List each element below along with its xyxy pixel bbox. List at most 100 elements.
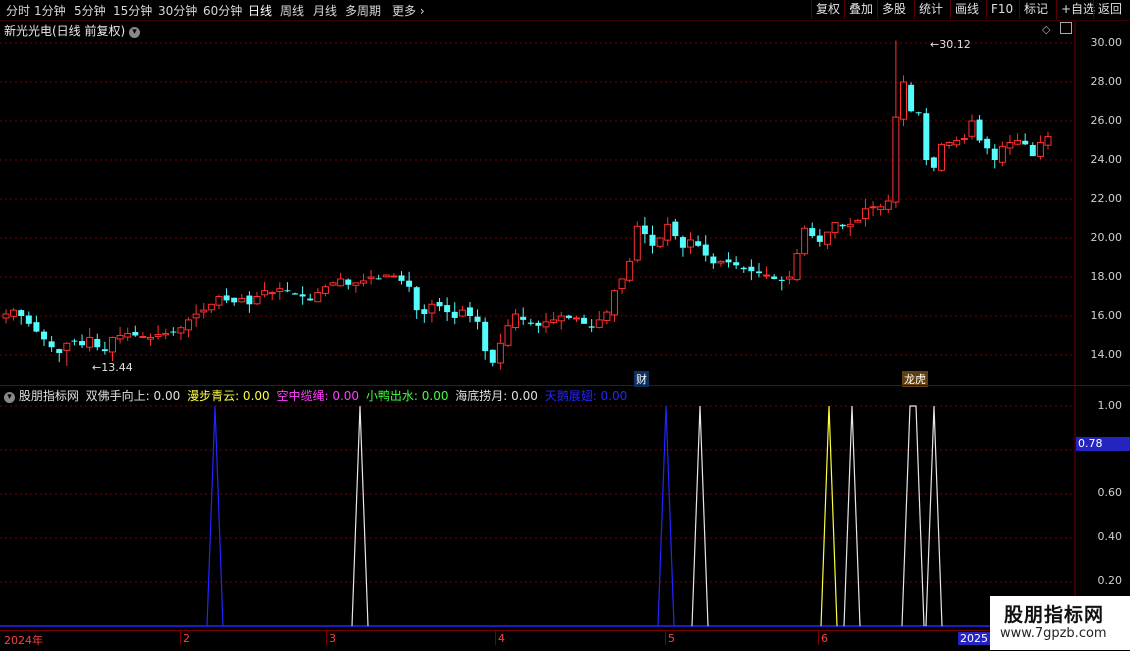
candle-body xyxy=(496,342,504,364)
candle-body xyxy=(276,288,284,292)
candle-body xyxy=(86,336,94,348)
candle-body xyxy=(785,276,793,280)
signal-spike xyxy=(351,405,369,627)
candle-body xyxy=(1044,136,1052,146)
signal-spike xyxy=(925,405,943,627)
overlay-button[interactable]: 叠加 xyxy=(844,0,877,19)
candle-body xyxy=(565,315,572,318)
period-5min[interactable]: 5分钟 xyxy=(74,2,106,19)
arrow-icon: ← xyxy=(92,361,102,374)
candle-body xyxy=(192,313,200,319)
candle-body xyxy=(284,290,291,292)
candle-body xyxy=(41,331,48,340)
candle-body xyxy=(124,333,132,338)
f10-button[interactable]: F10 xyxy=(986,0,1017,19)
price-tick: 18.00 xyxy=(1090,270,1123,283)
candle-body xyxy=(398,275,405,281)
candle-body xyxy=(231,297,238,303)
period-monthly[interactable]: 月线 xyxy=(313,2,337,19)
period-multi[interactable]: 多周期 xyxy=(345,2,381,19)
candle-body xyxy=(223,295,230,301)
watermark-logo: 股朋指标网 www.7gpzb.com xyxy=(990,596,1130,650)
period-daily[interactable]: 日线 xyxy=(248,2,272,19)
candle-body xyxy=(489,349,496,363)
candle-body xyxy=(185,319,193,331)
candle-body xyxy=(527,322,534,324)
period-60min[interactable]: 60分钟 xyxy=(203,2,242,19)
indicator-chart[interactable] xyxy=(0,386,1130,630)
candle-body xyxy=(938,143,946,171)
period-weekly[interactable]: 周线 xyxy=(280,2,304,19)
indicator-tick: 1.00 xyxy=(1097,399,1123,412)
candle-body xyxy=(968,120,976,137)
candle-body xyxy=(162,333,170,336)
candle-body xyxy=(892,116,900,203)
signal-spike xyxy=(691,405,709,627)
candle-body xyxy=(18,310,25,316)
candle-body xyxy=(108,336,116,353)
candle-body xyxy=(33,322,40,332)
candle-body xyxy=(1022,140,1029,145)
candle-body xyxy=(474,316,481,322)
candle-body xyxy=(778,279,785,281)
candle-body xyxy=(755,271,762,274)
candle-body xyxy=(436,302,443,307)
multi-stock-button[interactable]: 多股 xyxy=(877,0,910,19)
candle-body xyxy=(588,326,595,328)
zoom-icon[interactable] xyxy=(1060,22,1072,34)
candle-body xyxy=(717,260,725,264)
candle-body xyxy=(421,309,428,315)
candle-body xyxy=(763,274,771,277)
candle-body xyxy=(960,138,968,141)
candle-body xyxy=(147,336,155,340)
candle-body xyxy=(504,325,512,346)
period-intraday[interactable]: 分时 xyxy=(6,2,30,19)
period-more[interactable]: 更多 › xyxy=(392,2,425,19)
period-toolbar: 分时 1分钟 5分钟 15分钟 30分钟 60分钟 日线 周线 月线 多周期 更… xyxy=(0,0,1130,21)
candle-body xyxy=(603,311,611,321)
candlestick-chart[interactable] xyxy=(0,21,1130,385)
date-tick: 2025 xyxy=(958,632,990,645)
statistics-button[interactable]: 统计 xyxy=(914,0,947,19)
candle-body xyxy=(915,112,922,114)
candle-body xyxy=(550,319,558,323)
price-tick: 24.00 xyxy=(1090,153,1123,166)
candle-body xyxy=(337,278,345,287)
candle-body xyxy=(299,294,306,297)
candle-body xyxy=(884,200,892,210)
candle-body xyxy=(390,275,398,278)
high-price-label: ←30.12 xyxy=(930,38,971,51)
candle-body xyxy=(170,331,177,333)
candle-body xyxy=(520,316,527,320)
candle-body xyxy=(618,278,626,290)
chevron-down-icon[interactable]: ▾ xyxy=(129,27,141,38)
draw-line-button[interactable]: 画线 xyxy=(950,0,983,19)
adjust-button[interactable]: 复权 xyxy=(811,0,844,19)
candle-body xyxy=(542,321,550,328)
candle-body xyxy=(557,315,565,322)
period-30min[interactable]: 30分钟 xyxy=(158,2,197,19)
period-1min[interactable]: 1分钟 xyxy=(34,2,66,19)
candle-body xyxy=(359,280,367,284)
candle-body xyxy=(831,221,839,233)
candle-body xyxy=(945,141,953,146)
period-15min[interactable]: 15分钟 xyxy=(113,2,152,19)
candle-body xyxy=(899,81,907,120)
candle-body xyxy=(581,317,588,324)
candle-body xyxy=(710,256,717,264)
candle-body xyxy=(329,282,337,286)
mark-button[interactable]: 标记 xyxy=(1019,0,1052,19)
date-axis: 2024年 2 3 4 5 6 2025 xyxy=(0,630,1130,651)
candle-body xyxy=(953,140,961,146)
candle-body xyxy=(861,208,869,219)
signal-spike xyxy=(820,405,838,627)
indicator-tick: 0.20 xyxy=(1097,574,1123,587)
candle-body xyxy=(846,223,854,228)
back-button[interactable]: 返回 xyxy=(1093,0,1126,19)
diamond-icon[interactable]: ◇ xyxy=(1042,23,1050,36)
date-tick: 6 xyxy=(821,632,828,645)
signal-spike xyxy=(206,405,224,627)
candle-body xyxy=(25,315,32,324)
candle-body xyxy=(740,267,747,270)
candle-body xyxy=(816,235,823,242)
